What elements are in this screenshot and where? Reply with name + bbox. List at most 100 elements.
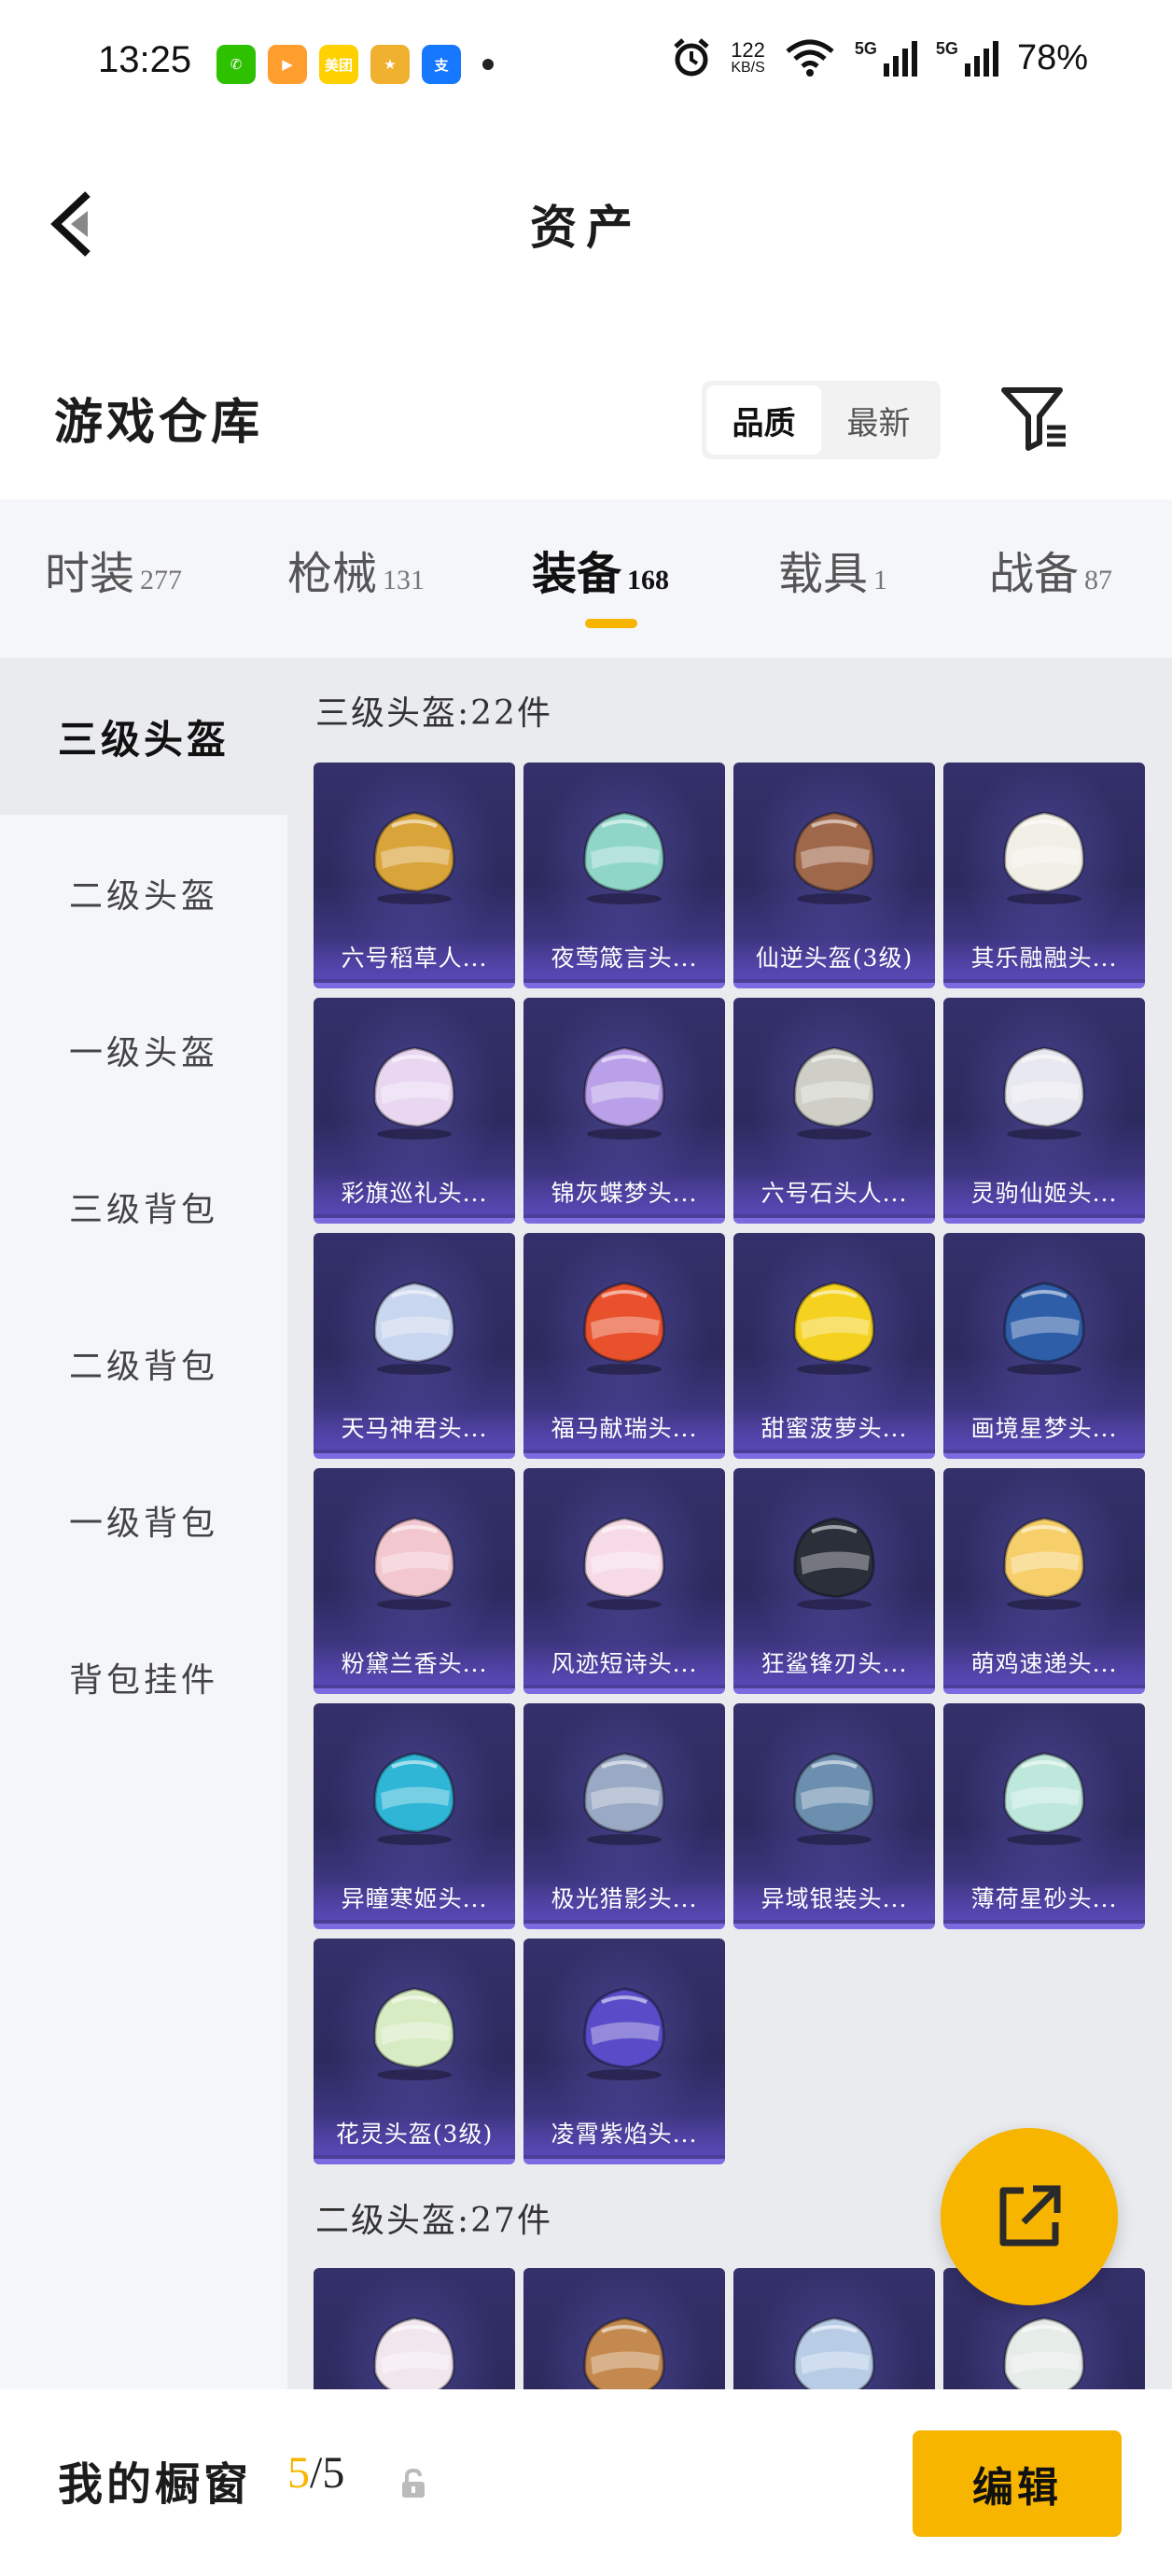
alarm-icon — [674, 38, 709, 77]
item-card[interactable]: 异域银装头... — [733, 1703, 935, 1929]
sidebar-item-level2-helmet[interactable]: 二级头盔 — [0, 815, 287, 972]
item-card[interactable]: 薄荷星砂头... — [943, 1703, 1145, 1929]
item-grid: 六号稻草人... 夜莺箴言头... 仙逆头盔(3级) 其乐融融头... 彩旗巡礼头...… — [314, 763, 1153, 2164]
helmet-icon — [793, 1046, 875, 1140]
helmet-icon — [1003, 1517, 1085, 1610]
item-name: 花灵头盔(3级) — [314, 2114, 515, 2155]
helmet-icon — [583, 811, 665, 904]
tab-vehicles[interactable]: 载具 1 — [778, 537, 887, 602]
signal-icon: 5G — [936, 39, 998, 77]
sidebar-item-level3-helmet[interactable]: 三级头盔 — [0, 658, 287, 815]
item-card[interactable]: 狂鲨锋刃头... — [733, 1468, 935, 1694]
item-card[interactable]: 灵驹仙姬头... — [943, 998, 1145, 1224]
item-card[interactable]: 萌鸡速递头... — [943, 1468, 1145, 1694]
item-card[interactable]: 粉黛兰香头... — [314, 1468, 515, 1694]
helmet-icon — [373, 2317, 455, 2389]
item-name: 薄荷星砂头... — [943, 1879, 1145, 1920]
showcase-label: 我的橱窗 — [58, 2458, 253, 2511]
share-icon — [999, 2185, 1061, 2247]
item-card[interactable]: 其乐融融头... — [943, 763, 1145, 988]
share-button[interactable] — [941, 2128, 1118, 2305]
helmet-icon — [583, 1987, 665, 2080]
item-card[interactable]: 画境星梦头... — [943, 1233, 1145, 1459]
item-card[interactable] — [733, 2268, 935, 2389]
more-notifications-dot — [482, 59, 494, 70]
helmet-icon — [373, 1046, 455, 1140]
helmet-icon — [793, 811, 875, 904]
sort-quality[interactable]: 品质 — [706, 385, 821, 455]
helmet-icon — [373, 1987, 455, 2080]
item-card[interactable]: 彩旗巡礼头... — [314, 998, 515, 1224]
status-time: 13:25 — [98, 39, 192, 80]
item-name: 锦灰蝶梦头... — [523, 1173, 725, 1214]
category-tabs: 时装 277 枪械 131 装备 168 载具 1 战备 87 — [0, 499, 1172, 658]
sidebar-item-level2-backpack[interactable]: 二级背包 — [0, 1285, 287, 1442]
item-card[interactable]: 甜蜜菠萝头... — [733, 1233, 935, 1459]
wechat-icon: ✆ — [216, 45, 256, 84]
item-card[interactable]: 六号稻草人... — [314, 763, 515, 988]
tab-fashion[interactable]: 时装 277 — [45, 537, 182, 602]
tab-weapons[interactable]: 枪械 131 — [287, 537, 425, 602]
item-name: 天马神君头... — [314, 1408, 515, 1449]
sidebar-item-level1-backpack[interactable]: 一级背包 — [0, 1442, 287, 1599]
item-card[interactable]: 仙逆头盔(3级) — [733, 763, 935, 988]
showcase-bar: 我的橱窗 5/5 编辑 — [0, 2389, 1172, 2576]
sort-newest[interactable]: 最新 — [821, 385, 936, 455]
helmet-icon — [373, 811, 455, 904]
item-name: 福马献瑞头... — [523, 1408, 725, 1449]
item-name: 六号石头人... — [733, 1173, 935, 1214]
helmet-icon — [373, 1517, 455, 1610]
helmet-icon — [1003, 1281, 1085, 1375]
item-card[interactable]: 锦灰蝶梦头... — [523, 998, 725, 1224]
signal-icon: 5G — [855, 39, 917, 77]
helmet-icon — [583, 1517, 665, 1610]
section-title: 三级头盔:22件 — [315, 694, 552, 733]
helmet-icon — [793, 1281, 875, 1375]
item-card[interactable]: 极光猎影头... — [523, 1703, 725, 1929]
helmet-icon — [793, 2317, 875, 2389]
helmet-icon — [373, 1281, 455, 1375]
item-card[interactable]: 异瞳寒姬头... — [314, 1703, 515, 1929]
helmet-icon — [1003, 2317, 1085, 2389]
status-bar: 13:25 ✆ ▶ 美团 ★ 支 122 KB/S 5G 5G 78% — [0, 0, 1172, 131]
helmet-icon — [583, 1752, 665, 1845]
video-app-icon: ▶ — [268, 45, 307, 84]
item-name: 萌鸡速递头... — [943, 1644, 1145, 1685]
item-name: 粉黛兰香头... — [314, 1644, 515, 1685]
helmet-icon — [1003, 1046, 1085, 1140]
app-header: 资产 — [0, 159, 1172, 280]
item-card[interactable]: 福马献瑞头... — [523, 1233, 725, 1459]
sidebar-item-level3-backpack[interactable]: 三级背包 — [0, 1128, 287, 1285]
helmet-icon — [583, 1046, 665, 1140]
item-name: 甜蜜菠萝头... — [733, 1408, 935, 1449]
sidebar-item-backpack-charm[interactable]: 背包挂件 — [0, 1599, 287, 1756]
helmet-icon — [1003, 1752, 1085, 1845]
item-card[interactable]: 天马神君头... — [314, 1233, 515, 1459]
tab-supplies[interactable]: 战备 87 — [989, 537, 1112, 602]
item-name: 其乐融融头... — [943, 938, 1145, 979]
filter-icon[interactable] — [998, 383, 1069, 454]
warehouse-title: 游戏仓库 — [54, 394, 264, 451]
tab-active-indicator — [585, 619, 637, 628]
item-name: 异域银装头... — [733, 1879, 935, 1920]
item-name: 夜莺箴言头... — [523, 938, 725, 979]
helmet-icon — [793, 1752, 875, 1845]
helmet-icon — [583, 1281, 665, 1375]
game-app-icon: ★ — [370, 45, 410, 84]
item-card[interactable]: 夜莺箴言头... — [523, 763, 725, 988]
subcategory-sidebar: 三级头盔 二级头盔 一级头盔 三级背包 二级背包 一级背包 背包挂件 — [0, 658, 287, 2389]
edit-button[interactable]: 编辑 — [913, 2430, 1122, 2537]
item-card[interactable]: 凌霄紫焰头... — [523, 1939, 725, 2164]
battery-level: 78% — [1016, 37, 1088, 77]
sidebar-item-level1-helmet[interactable]: 一级头盔 — [0, 972, 287, 1128]
item-card[interactable] — [314, 2268, 515, 2389]
item-name: 仙逆头盔(3级) — [733, 938, 935, 979]
item-name: 凌霄紫焰头... — [523, 2114, 725, 2155]
item-card[interactable] — [523, 2268, 725, 2389]
item-name: 狂鲨锋刃头... — [733, 1644, 935, 1685]
item-card[interactable]: 风迹短诗头... — [523, 1468, 725, 1694]
alipay-icon: 支 — [422, 45, 461, 84]
item-card[interactable]: 六号石头人... — [733, 998, 935, 1224]
tab-equipment[interactable]: 装备 168 — [532, 537, 669, 602]
item-card[interactable]: 花灵头盔(3级) — [314, 1939, 515, 2164]
